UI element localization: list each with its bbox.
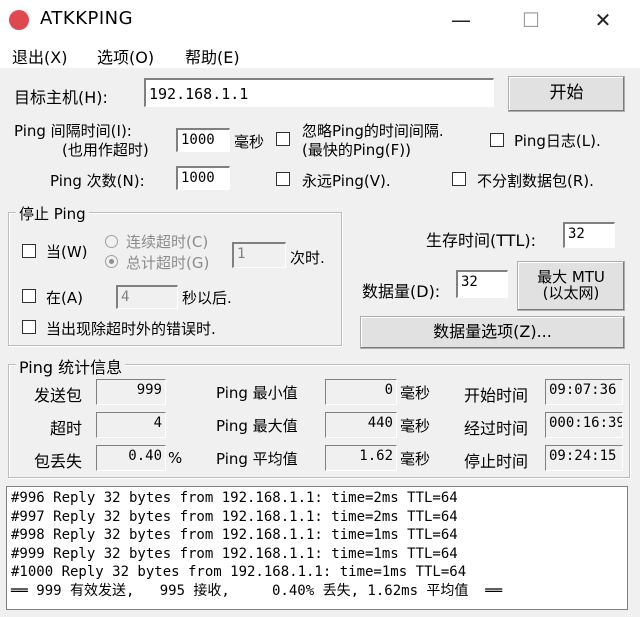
stop-when-label: 当(W) xyxy=(46,243,88,261)
min-label: Ping 最小值 xyxy=(216,384,298,402)
ignore-interval-label: 忽略Ping的时间间隔. xyxy=(302,122,444,140)
menu-exit[interactable]: 退出(X) xyxy=(12,44,67,68)
menu-help[interactable]: 帮助(E) xyxy=(185,44,240,68)
max-label: Ping 最大值 xyxy=(216,417,298,435)
data-options-button[interactable]: 数据量选项(Z)... xyxy=(360,316,625,349)
forever-label: 永远Ping(V). xyxy=(302,172,391,190)
stop-time-value: 09:24:15 xyxy=(545,445,623,471)
interval-input[interactable]: 1000 xyxy=(176,128,230,152)
loss-label: 包丢失 xyxy=(34,452,83,471)
close-button[interactable]: ✕ xyxy=(580,0,626,40)
ping-log-label: Ping日志(L). xyxy=(514,132,601,150)
count-input[interactable]: 1000 xyxy=(176,166,230,190)
forever-checkbox[interactable] xyxy=(276,172,290,186)
stop-after-seconds-input[interactable]: 4 xyxy=(116,285,178,309)
ttl-label: 生存时间(TTL): xyxy=(426,231,537,250)
ping-log-checkbox[interactable] xyxy=(490,133,504,147)
stop-time-label: 停止时间 xyxy=(464,452,529,471)
timeout-label: 超时 xyxy=(50,419,83,438)
app-icon xyxy=(9,10,29,30)
min-unit: 毫秒 xyxy=(400,384,431,402)
no-fragment-label: 不分割数据包(R). xyxy=(477,172,594,190)
menu-options[interactable]: 选项(O) xyxy=(97,44,154,68)
maximize-button[interactable]: ☐ xyxy=(508,0,554,40)
no-fragment-checkbox[interactable] xyxy=(452,172,466,186)
ignore-interval-checkbox[interactable] xyxy=(276,132,290,146)
log-line: #997 Reply 32 bytes from 192.168.1.1: ti… xyxy=(11,508,458,525)
data-size-input[interactable]: 32 xyxy=(456,270,508,298)
stop-on-error-label: 当出现除超时外的错误时. xyxy=(46,320,216,338)
timeout-count-input[interactable]: 1 xyxy=(232,242,286,268)
avg-unit: 毫秒 xyxy=(400,450,431,468)
menu-bar xyxy=(0,40,640,68)
log-summary-line: ══ 999 有效发送, 995 接收, 0.40% 丢失, 1.62ms 平均… xyxy=(11,582,503,599)
max-mtu-button[interactable]: 最大 MTU (以太网) xyxy=(517,261,625,311)
count-label: Ping 次数(N): xyxy=(50,172,145,190)
times-suffix: 次时. xyxy=(290,249,325,267)
total-timeout-label: 总计超时(G) xyxy=(126,254,210,272)
start-time-label: 开始时间 xyxy=(464,386,529,405)
start-time-value: 09:07:36 xyxy=(545,379,623,405)
min-value: 0 xyxy=(325,379,397,405)
target-host-label: 目标主机(H): xyxy=(14,88,108,107)
ping-log-output[interactable]: #996 Reply 32 bytes from 192.168.1.1: ti… xyxy=(6,486,628,610)
log-line: #999 Reply 32 bytes from 192.168.1.1: ti… xyxy=(11,545,458,562)
total-timeout-radio[interactable] xyxy=(105,255,118,268)
max-value: 440 xyxy=(325,412,397,438)
interval-unit: 毫秒 xyxy=(234,133,265,151)
timeout-value: 4 xyxy=(96,412,166,438)
avg-value: 1.62 xyxy=(325,445,397,471)
log-line: #996 Reply 32 bytes from 192.168.1.1: ti… xyxy=(11,490,458,506)
stop-when-checkbox[interactable] xyxy=(22,244,36,258)
loss-unit: % xyxy=(168,449,183,467)
log-line: #1000 Reply 32 bytes from 192.168.1.1: t… xyxy=(11,564,467,581)
avg-label: Ping 平均值 xyxy=(216,450,298,468)
log-line: #998 Reply 32 bytes from 192.168.1.1: ti… xyxy=(11,527,458,544)
max-unit: 毫秒 xyxy=(400,417,431,435)
max-mtu-button-line2: (以太网) xyxy=(542,284,600,302)
elapsed-time-label: 经过时间 xyxy=(464,419,529,438)
sent-value: 999 xyxy=(96,379,166,405)
consecutive-timeout-radio[interactable] xyxy=(105,235,118,248)
window-title: ATKKPING xyxy=(40,8,134,29)
loss-value: 0.40 xyxy=(96,445,166,471)
interval-label: Ping 间隔时间(I): xyxy=(14,122,132,140)
stop-on-error-checkbox[interactable] xyxy=(22,320,36,334)
ignore-interval-sublabel: (最快的Ping(F)) xyxy=(302,141,411,159)
interval-sublabel: (也用作超时) xyxy=(62,141,149,159)
data-size-label: 数据量(D): xyxy=(362,282,441,301)
stop-after-label: 在(A) xyxy=(46,289,83,307)
stop-after-checkbox[interactable] xyxy=(22,289,36,303)
elapsed-time-value: 000:16:39 xyxy=(545,412,623,438)
start-button[interactable]: 开始 xyxy=(508,76,625,112)
sent-label: 发送包 xyxy=(34,386,83,405)
ttl-input[interactable]: 32 xyxy=(563,222,615,248)
minimize-button[interactable]: — xyxy=(438,0,484,40)
target-host-input[interactable]: 192.168.1.1 xyxy=(144,78,494,107)
seconds-suffix: 秒以后. xyxy=(182,289,232,307)
stop-ping-group-title: 停止 Ping xyxy=(16,203,89,224)
stats-group-title: Ping 统计信息 xyxy=(16,354,126,378)
consecutive-timeout-label: 连续超时(C) xyxy=(126,233,209,251)
